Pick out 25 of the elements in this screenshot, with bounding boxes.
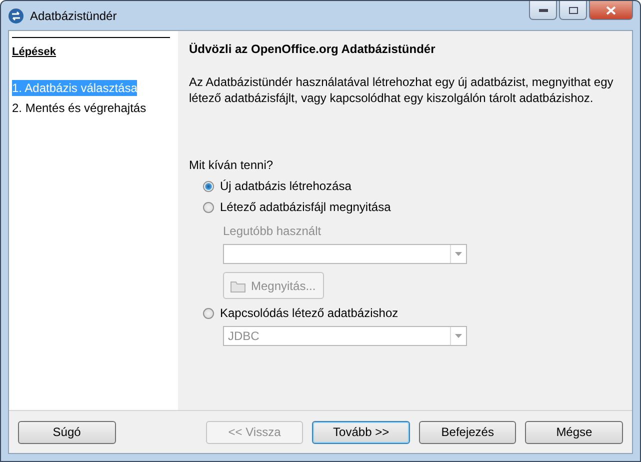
minimize-button[interactable] <box>529 1 557 20</box>
page-heading: Üdvözli az OpenOffice.org Adatbázistündér <box>189 42 436 56</box>
dialog-button[interactable]: Befejezés <box>418 420 516 444</box>
folder-icon <box>230 278 246 292</box>
option-label: Kapcsolódás létező adatbázishoz <box>220 306 398 320</box>
radio-button[interactable] <box>203 180 214 192</box>
app-icon <box>8 8 24 24</box>
dropdown-arrow-icon <box>455 252 462 256</box>
maximize-button[interactable] <box>559 1 587 20</box>
dialog-button[interactable]: Mégse <box>525 420 623 444</box>
dialog-button[interactable]: Tovább >> <box>312 420 410 444</box>
window-title: Adatbázistündér <box>30 8 117 22</box>
option-label: Új adatbázis létrehozása <box>220 179 352 193</box>
maximize-icon <box>568 6 578 14</box>
recent-label: Legutóbb használt <box>223 224 322 238</box>
dropdown-arrow-icon <box>455 334 462 338</box>
option-label: Létező adatbázisfájl megnyitása <box>220 200 391 214</box>
close-button[interactable] <box>589 1 633 20</box>
dialog-button[interactable]: Súgó <box>18 420 116 444</box>
step-item[interactable]: 2. Mentés és végrehajtás <box>12 100 146 116</box>
close-icon <box>606 6 616 14</box>
steps-heading: Lépések <box>12 37 170 58</box>
minimize-icon <box>538 8 548 12</box>
question-label: Mit kíván tenni? <box>189 158 274 172</box>
description-text: Az Adatbázistündér használatával létrehozhat egy új adatbázist, megnyithat egy létező adatbázisfájlt, vagy kapcsolódhat egy kiszolgálón tárolt adatbázishoz. <box>189 74 614 106</box>
